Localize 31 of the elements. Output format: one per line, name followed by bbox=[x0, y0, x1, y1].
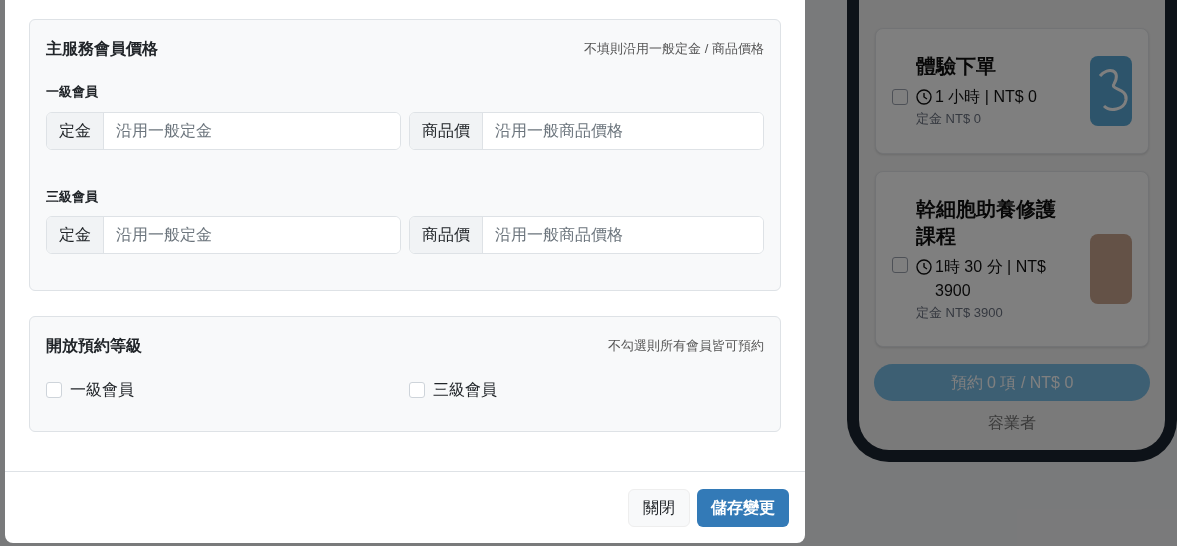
logo-image bbox=[1090, 56, 1132, 126]
clock-icon bbox=[916, 258, 932, 275]
service-name: 幹細胞助養修護課程 bbox=[916, 196, 1057, 249]
panel-title: 主服務會員價格 bbox=[46, 39, 158, 59]
checkbox-label: 三級會員 bbox=[433, 380, 497, 400]
footer-text: 容業者 bbox=[987, 413, 1037, 433]
clock-icon bbox=[916, 89, 932, 105]
service-duration-price: 1 小時 | NT$ 0 bbox=[935, 87, 1037, 107]
service-card[interactable]: 體驗下單 1 小時 | NT$ 0 定金 NT$ 0 bbox=[875, 28, 1149, 154]
save-button[interactable]: 儲存變更 bbox=[697, 488, 789, 527]
panel-title: 開放預約等級 bbox=[46, 336, 142, 356]
panel-hint: 不勾選則所有會員皆可預約 bbox=[608, 337, 764, 356]
checkbox[interactable] bbox=[892, 257, 908, 273]
service-duration-price: 1時 30 分 | NT$ 3900 bbox=[935, 256, 1047, 301]
checkbox[interactable] bbox=[46, 382, 62, 398]
close-button[interactable]: 關閉 bbox=[628, 488, 690, 527]
deposit-input[interactable]: 定金 沿用一般定金 bbox=[46, 216, 401, 254]
level-label: 一級會員 bbox=[46, 83, 99, 101]
deposit-input[interactable]: 定金 沿用一般定金 bbox=[46, 111, 401, 150]
service-card[interactable]: 幹細胞助養修護課程 1時 30 分 | NT$ 3900 定金 NT$ 3900 bbox=[875, 171, 1149, 347]
service-name: 體驗下單 bbox=[916, 54, 997, 79]
price-input[interactable]: 商品價 沿用一般商品價格 bbox=[409, 111, 764, 150]
deposit-text: 定金 NT$ 3900 bbox=[916, 303, 1004, 322]
deposit-text: 定金 NT$ 0 bbox=[916, 110, 982, 128]
checkbox-label: 一級會員 bbox=[70, 380, 134, 400]
photo-placeholder bbox=[1090, 234, 1132, 304]
checkbox[interactable] bbox=[892, 89, 908, 105]
checkbox[interactable] bbox=[409, 382, 425, 398]
price-input[interactable]: 商品價 沿用一般商品價格 bbox=[409, 216, 764, 254]
panel-hint: 不填則沿用一般定金 / 商品價格 bbox=[584, 40, 764, 59]
level-label: 三級會員 bbox=[46, 187, 99, 206]
